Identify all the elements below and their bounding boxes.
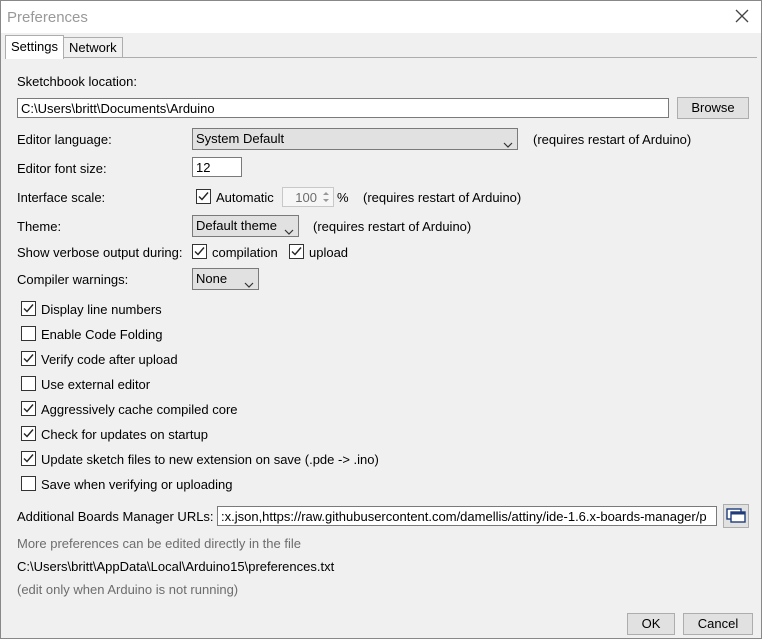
chevron-down-icon: [244, 275, 254, 288]
open-url-list-button[interactable]: [723, 504, 749, 528]
tab-network[interactable]: Network: [63, 37, 123, 58]
option-label: Update sketch files to new extension on …: [41, 452, 379, 467]
theme-label: Theme:: [17, 219, 62, 234]
verbose-label: Show verbose output during:: [17, 245, 183, 260]
compilation-label: compilation: [212, 245, 278, 260]
option-checkbox[interactable]: [21, 326, 36, 341]
option-label: Use external editor: [41, 377, 151, 392]
option-checkbox[interactable]: [21, 476, 36, 491]
chevron-down-icon: [503, 135, 513, 148]
interface-scale-label: Interface scale:: [17, 190, 106, 205]
option-label: Display line numbers: [41, 302, 162, 317]
theme-restart-note: (requires restart of Arduino): [313, 219, 472, 234]
option-label: Verify code after upload: [41, 352, 178, 367]
window-title: Preferences: [7, 9, 88, 26]
option-checkbox[interactable]: [21, 426, 36, 441]
edit-note: (edit only when Arduino is not running): [17, 582, 239, 597]
spinner-arrows-icon[interactable]: [321, 189, 331, 208]
sketchbook-label: Sketchbook location:: [17, 74, 137, 89]
theme-select[interactable]: Default theme: [192, 215, 299, 237]
more-prefs-note: More preferences can be edited directly …: [17, 536, 301, 551]
scale-spinner[interactable]: 100: [282, 187, 334, 207]
option-label: Save when verifying or uploading: [41, 477, 233, 492]
window-icon: [725, 508, 747, 528]
option-label: Enable Code Folding: [41, 327, 163, 342]
settings-panel: Sketchbook location: C:\Users\britt\Docu…: [5, 57, 757, 604]
editor-language-value: System Default: [196, 131, 285, 146]
option-checkbox[interactable]: [21, 351, 36, 366]
compiler-warnings-select[interactable]: None: [192, 268, 259, 290]
editor-language-select[interactable]: System Default: [192, 128, 518, 150]
option-label: Check for updates on startup: [41, 427, 208, 442]
option-checkbox[interactable]: [21, 301, 36, 316]
close-icon[interactable]: [733, 7, 751, 25]
sketchbook-path-input[interactable]: C:\Users\britt\Documents\Arduino: [17, 98, 669, 118]
percent-label: %: [337, 190, 349, 205]
option-checkbox[interactable]: [21, 376, 36, 391]
upload-label: upload: [309, 245, 349, 260]
option-checkbox[interactable]: [21, 401, 36, 416]
option-checkbox[interactable]: [21, 451, 36, 466]
browse-button[interactable]: Browse: [677, 97, 749, 119]
editor-language-label: Editor language:: [17, 132, 112, 147]
boards-urls-label: Additional Boards Manager URLs:: [17, 509, 214, 524]
ok-button[interactable]: OK: [627, 613, 675, 635]
automatic-label: Automatic: [216, 190, 274, 205]
font-size-input[interactable]: 12: [192, 157, 242, 177]
option-label: Aggressively cache compiled core: [41, 402, 238, 417]
theme-value: Default theme: [196, 218, 277, 233]
prefs-file-path: C:\Users\britt\AppData\Local\Arduino15\p…: [17, 559, 335, 574]
cancel-button[interactable]: Cancel: [683, 613, 753, 635]
compiler-warnings-label: Compiler warnings:: [17, 272, 129, 287]
compiler-warnings-value: None: [196, 271, 228, 286]
upload-checkbox[interactable]: [289, 244, 304, 259]
title-bar: Preferences: [1, 1, 761, 33]
language-restart-note: (requires restart of Arduino): [533, 132, 692, 147]
scale-value: 100: [295, 190, 317, 205]
preferences-window: Preferences Settings Network Sketchbook …: [0, 0, 762, 639]
tab-settings[interactable]: Settings: [5, 35, 64, 59]
scale-restart-note: (requires restart of Arduino): [363, 190, 522, 205]
boards-urls-input[interactable]: :x.json,https://raw.githubusercontent.co…: [217, 506, 717, 526]
automatic-checkbox[interactable]: [196, 189, 211, 204]
chevron-down-icon: [284, 222, 294, 235]
font-size-label: Editor font size:: [17, 161, 107, 176]
compilation-checkbox[interactable]: [192, 244, 207, 259]
